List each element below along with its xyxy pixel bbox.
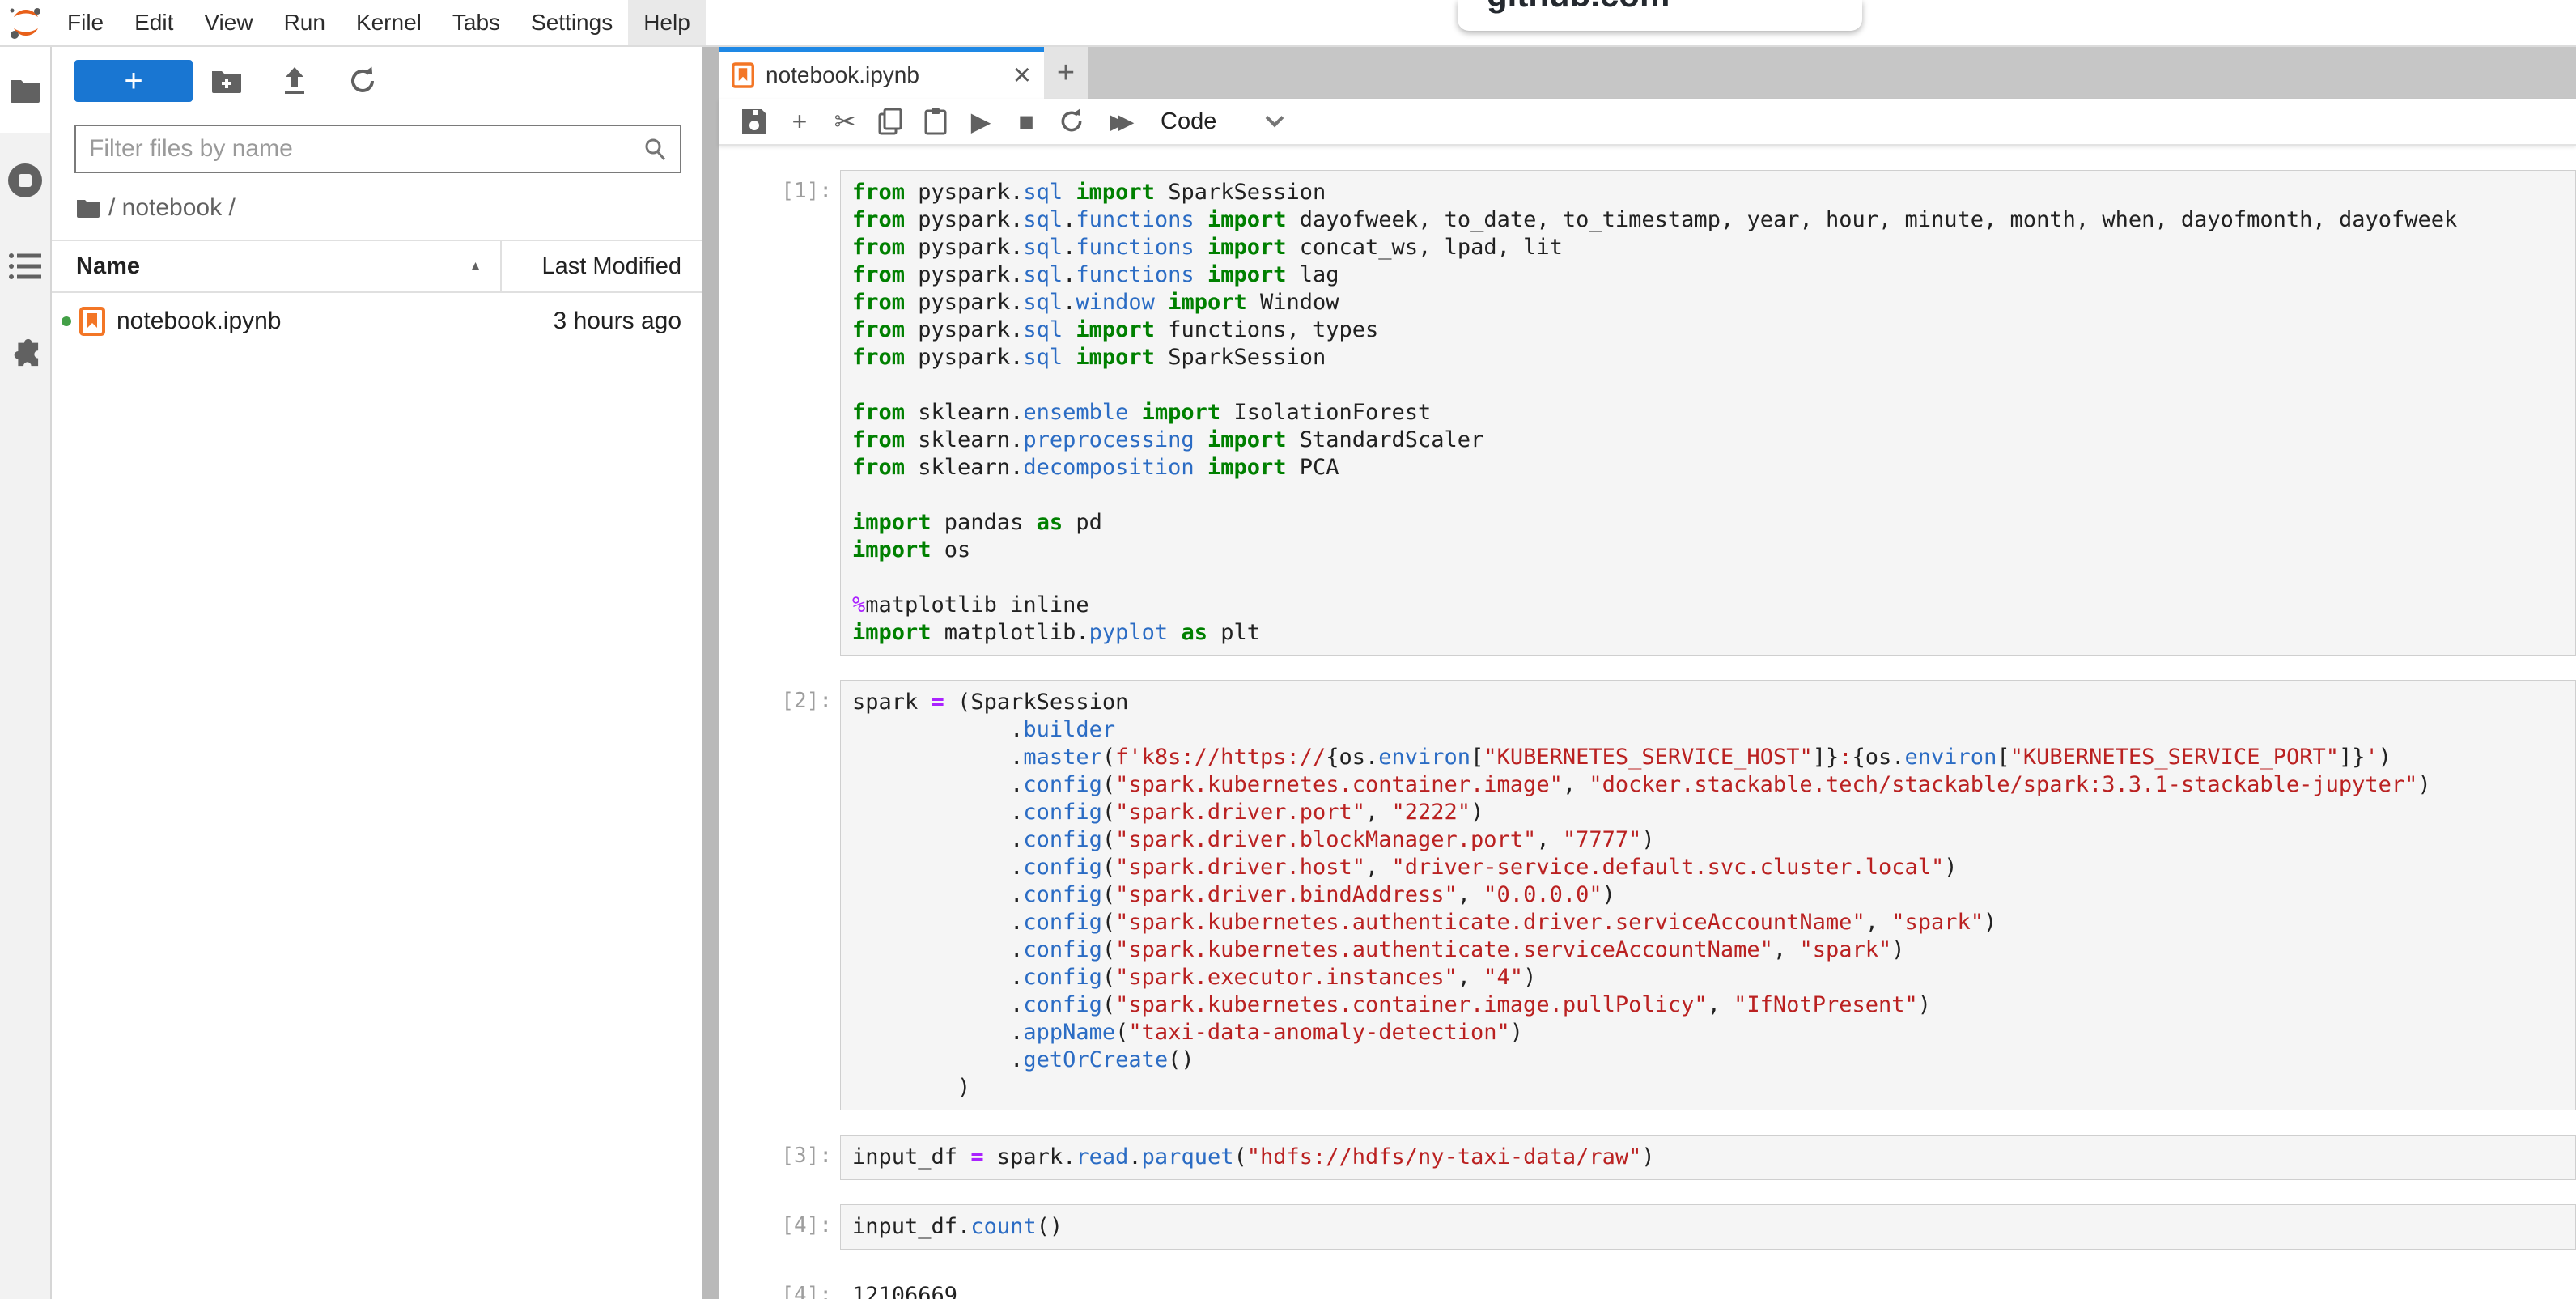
run-icon: ▶ [971, 108, 991, 134]
breadcrumb-path[interactable]: / notebook / [108, 194, 236, 222]
menu-tabs[interactable]: Tabs [437, 0, 516, 45]
save-button[interactable] [732, 102, 777, 141]
cell-input-prompt: [4]: [719, 1204, 840, 1250]
upload-button[interactable] [261, 60, 329, 102]
kernel-running-dot [62, 316, 71, 326]
popup-site-label: github.com [1487, 0, 1670, 15]
sidebar-tab-extensions[interactable] [0, 309, 50, 395]
cell-input-editor[interactable]: spark = (SparkSession .builder .master(f… [840, 680, 2576, 1110]
app-logo [0, 0, 52, 45]
sidebar-tab-file-browser[interactable] [0, 47, 50, 133]
restart-icon [1059, 108, 1084, 134]
file-browser-toolbar: + [52, 47, 702, 113]
notebook-content: [1]: from pyspark.sql import SparkSessio… [719, 146, 2576, 1299]
fast-forward-icon: ▶▶ [1110, 111, 1123, 132]
restart-kernel-button[interactable] [1049, 102, 1094, 141]
refresh-button[interactable] [329, 60, 397, 102]
breadcrumb: / notebook / [52, 173, 702, 240]
sidebar-tab-running-kernels[interactable] [0, 138, 50, 223]
sidebar-tab-table-of-contents[interactable] [0, 223, 50, 309]
close-icon[interactable]: × [1013, 60, 1031, 91]
folder-icon[interactable] [76, 198, 100, 218]
cut-cell-button[interactable]: ✂ [822, 102, 868, 141]
refresh-icon [348, 66, 377, 96]
run-all-button[interactable]: ▶▶ [1094, 102, 1139, 141]
panel-splitter[interactable] [702, 47, 719, 1299]
puzzle-icon [8, 335, 42, 369]
paste-cell-button[interactable] [913, 102, 958, 141]
column-header-name[interactable]: Name ▲ [52, 241, 502, 291]
cell-input-editor[interactable]: input_df.count() [840, 1204, 2576, 1250]
file-row-notebook[interactable]: notebook.ipynb 3 hours ago [52, 293, 702, 350]
browser-popup: github.com [1458, 0, 1862, 31]
search-icon [643, 137, 667, 161]
sort-ascending-icon: ▲ [469, 258, 482, 274]
file-filter-input[interactable] [89, 135, 643, 163]
tab-bar: notebook.ipynb × + [719, 47, 2576, 99]
upload-icon [282, 67, 308, 95]
new-folder-icon [211, 69, 242, 93]
cell-input-editor[interactable]: input_df = spark.read.parquet("hdfs://hd… [840, 1135, 2576, 1180]
output-cell-4: [4]: 12106669 [719, 1274, 2576, 1299]
cell-input-prompt: [3]: [719, 1135, 840, 1180]
stop-icon: ■ [1018, 108, 1033, 134]
cell-output-text: 12106669 [840, 1274, 2576, 1299]
stop-kernel-button[interactable]: ■ [1004, 102, 1049, 141]
chevron-down-icon [1266, 109, 1284, 128]
file-filter-box [74, 125, 681, 173]
copy-cell-button[interactable] [868, 102, 913, 141]
menu-bar: File Edit View Run Kernel Tabs Settings … [0, 0, 2576, 47]
menu-edit[interactable]: Edit [119, 0, 189, 45]
menu-help[interactable]: Help [628, 0, 706, 45]
menu-run[interactable]: Run [269, 0, 341, 45]
code-cell-4: [4]: input_df.count() [719, 1204, 2576, 1250]
cell-input-editor[interactable]: from pyspark.sql import SparkSessionfrom… [840, 170, 2576, 656]
new-launcher-button[interactable]: + [74, 60, 193, 102]
paste-icon [924, 108, 947, 135]
cell-type-dropdown[interactable]: Code [1161, 108, 1281, 135]
scissors-icon: ✂ [834, 108, 856, 134]
file-modified: 3 hours ago [499, 308, 702, 335]
column-header-last-modified[interactable]: Last Modified [502, 253, 702, 280]
file-name: notebook.ipynb [117, 308, 499, 335]
notebook-icon [79, 307, 105, 336]
cell-input-prompt: [2]: [719, 680, 840, 1110]
menu-file[interactable]: File [52, 0, 119, 45]
folder-icon [9, 77, 41, 103]
tab-title: notebook.ipynb [766, 62, 1002, 88]
new-folder-button[interactable] [193, 60, 261, 102]
notebook-icon [732, 62, 754, 88]
file-list-header: Name ▲ Last Modified [52, 240, 702, 293]
file-browser-panel: + [52, 47, 702, 1299]
save-icon [741, 108, 768, 135]
insert-cell-button[interactable]: + [777, 102, 822, 141]
notebook-panel: notebook.ipynb × + + ✂ [719, 47, 2576, 1299]
tab-notebook[interactable]: notebook.ipynb × [719, 47, 1044, 99]
cell-type-value: Code [1161, 108, 1216, 135]
cell-output-prompt: [4]: [719, 1274, 840, 1299]
stop-circle-icon [7, 163, 43, 198]
notebook-toolbar: + ✂ ▶ ■ ▶▶ [719, 99, 2576, 146]
menu-kernel[interactable]: Kernel [341, 0, 437, 45]
stackable-logo-icon [7, 4, 45, 41]
code-cell-3: [3]: input_df = spark.read.parquet("hdfs… [719, 1135, 2576, 1180]
menu-settings[interactable]: Settings [516, 0, 628, 45]
run-cell-button[interactable]: ▶ [958, 102, 1004, 141]
left-sidebar [0, 47, 52, 1299]
menu-view[interactable]: View [189, 0, 268, 45]
copy-icon [878, 108, 902, 135]
code-cell-1: [1]: from pyspark.sql import SparkSessio… [719, 170, 2576, 656]
code-cell-2: [2]: spark = (SparkSession .builder .mas… [719, 680, 2576, 1110]
cell-input-prompt: [1]: [719, 170, 840, 656]
list-icon [9, 253, 41, 280]
new-tab-button[interactable]: + [1044, 47, 1088, 99]
plus-icon: + [792, 108, 808, 134]
